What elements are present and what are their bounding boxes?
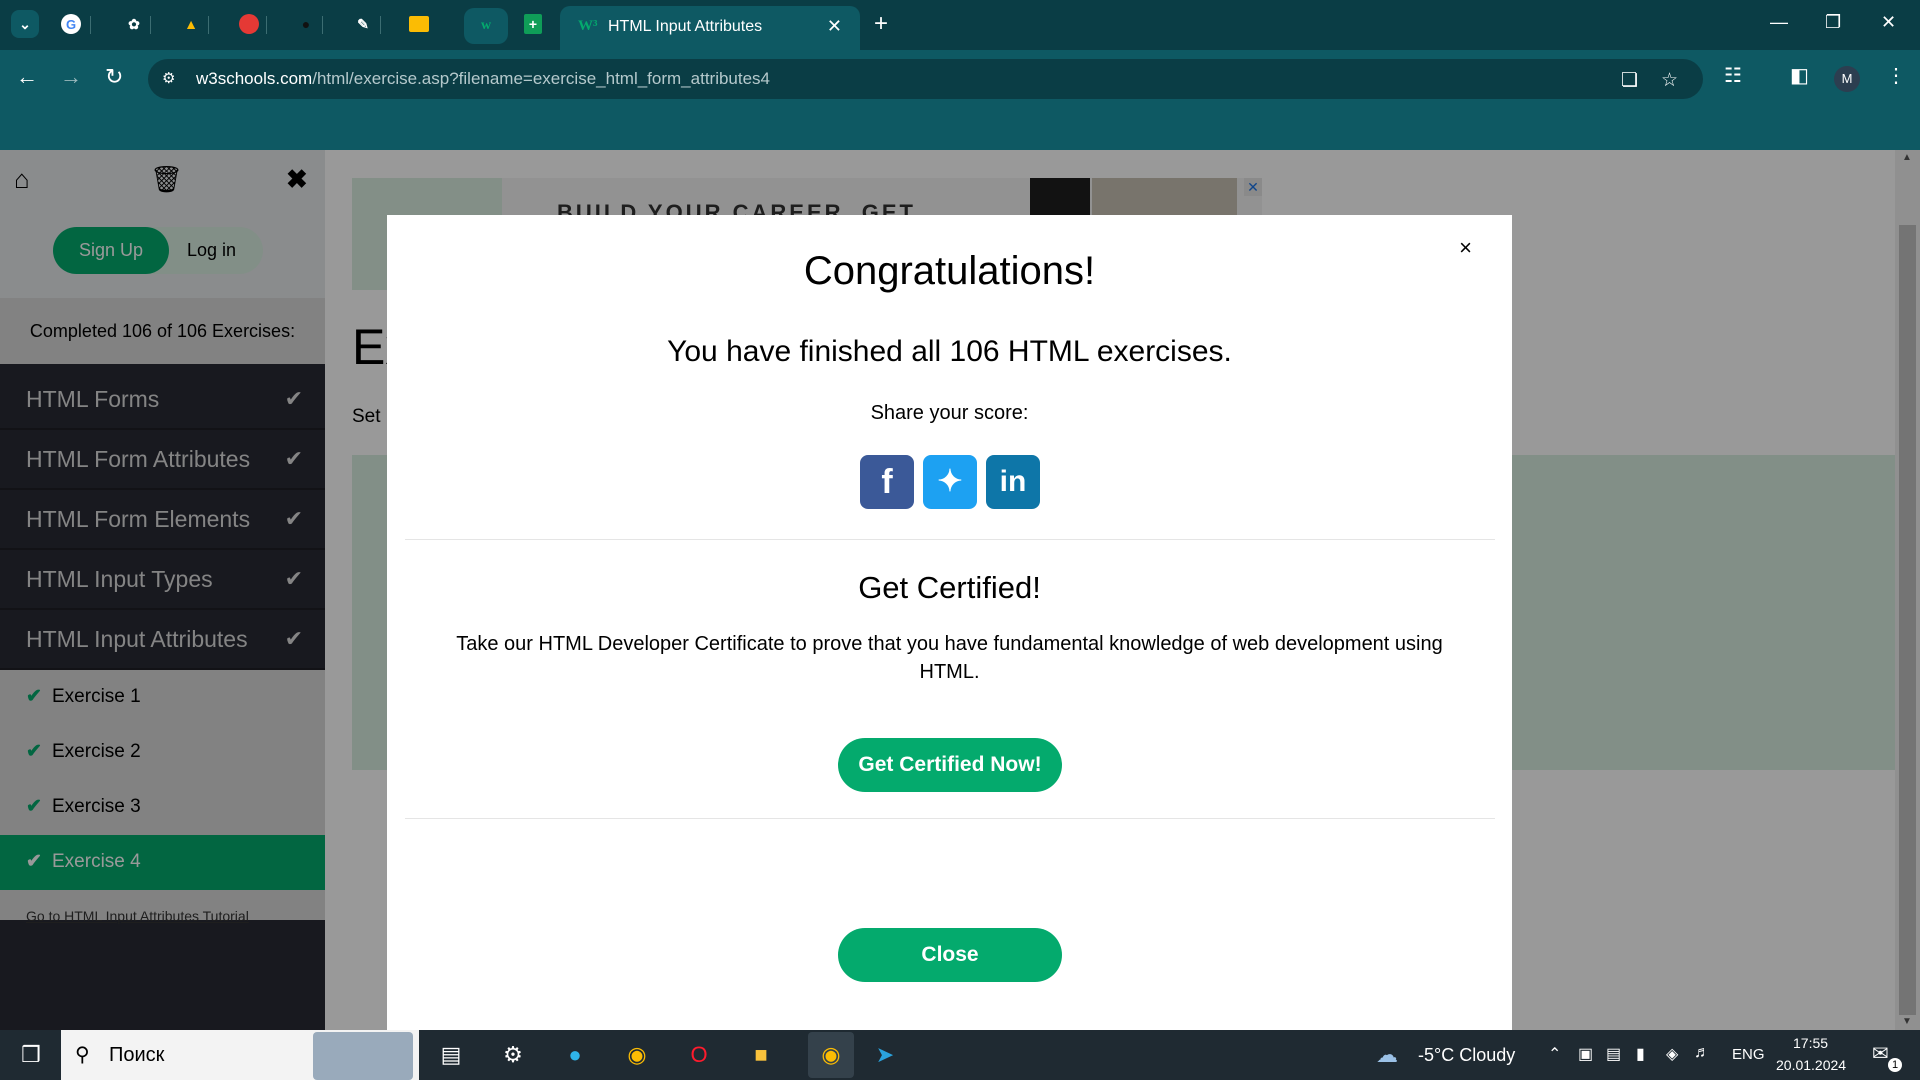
clock-date[interactable]: 20.01.2024 (1776, 1057, 1846, 1073)
divider (405, 539, 1495, 540)
chrome-icon[interactable]: ◉ (622, 1040, 652, 1070)
window-close-icon[interactable]: ✕ (1881, 12, 1896, 33)
battery-icon[interactable]: ▮ (1636, 1044, 1645, 1064)
notifications-icon[interactable]: ✉ (1872, 1041, 1889, 1066)
forward-icon[interactable]: → (60, 64, 82, 90)
linkedin-icon[interactable]: in (986, 455, 1040, 509)
network-tray-icon[interactable]: ▤ (1606, 1044, 1621, 1064)
tab-google-drive-icon[interactable]: ▲ (178, 11, 204, 37)
url-path: /html/exercise.asp?filename=exercise_htm… (312, 69, 771, 88)
tab-google-icon[interactable]: G (61, 14, 81, 34)
certified-title: Get Certified! (858, 570, 1041, 605)
edge-icon[interactable]: ● (560, 1040, 590, 1070)
divider (405, 818, 1495, 819)
search-highlight-image (313, 1032, 413, 1080)
telegram-icon[interactable]: ➤ (870, 1040, 900, 1070)
weather-text[interactable]: -5°C Cloudy (1418, 1045, 1515, 1066)
notifications-count: 1 (1888, 1058, 1902, 1072)
bookmark-star-icon[interactable]: ☆ (1661, 69, 1678, 92)
search-icon: ⚲ (75, 1044, 90, 1066)
tab-search-dropdown-icon[interactable]: ⌄ (11, 10, 39, 38)
tab-github-icon[interactable]: ● (293, 11, 319, 37)
browser-toolbar: ← → ↻ ⚙ w3schools.com/html/exercise.asp?… (0, 50, 1920, 108)
new-tab-icon[interactable]: + (868, 10, 894, 37)
tab-title: HTML Input Attributes (608, 18, 763, 35)
address-bar[interactable]: ⚙ w3schools.com/html/exercise.asp?filena… (148, 59, 1703, 99)
share-label: Share your score: (870, 402, 1029, 424)
chrome-profile-icon[interactable]: ◉ (808, 1032, 854, 1078)
language-indicator[interactable]: ENG (1732, 1046, 1765, 1063)
minimize-icon[interactable]: — (1770, 12, 1788, 33)
tab-active[interactable]: W³ HTML Input Attributes ✕ (560, 6, 860, 50)
close-button[interactable]: Close (838, 928, 1062, 982)
windows-taskbar: ❒ ⚲ Поиск ▤ ⚙ ● ◉ O ■ ◉ ➤ ☁ -5°C Cloudy … (0, 1030, 1920, 1080)
tab-separator (208, 16, 209, 34)
meet-icon[interactable]: ▣ (1578, 1044, 1593, 1064)
twitter-icon[interactable]: ✦ (923, 455, 977, 509)
side-panel-icon[interactable]: ◧ (1790, 63, 1809, 88)
site-info-icon[interactable]: ⚙ (162, 69, 175, 87)
url-text: w3schools.com/html/exercise.asp?filename… (196, 69, 770, 89)
tab-separator (150, 16, 151, 34)
taskbar-search[interactable]: ⚲ Поиск (61, 1030, 419, 1080)
modal-title: Congratulations! (803, 249, 1096, 293)
menu-kebab-icon[interactable]: ⋮ (1886, 63, 1906, 88)
back-icon[interactable]: ← (16, 64, 38, 90)
tab-red-app-icon[interactable] (236, 11, 262, 37)
wifi-icon[interactable]: ◈ (1666, 1044, 1678, 1064)
tray-overflow-icon[interactable]: ⌃ (1548, 1044, 1561, 1064)
clock-time[interactable]: 17:55 (1793, 1035, 1828, 1051)
weather-cloud-icon[interactable]: ☁ (1376, 1042, 1398, 1068)
tab-chatgpt-icon[interactable]: ✿ (121, 11, 147, 37)
restore-icon[interactable]: ❐ (1825, 12, 1841, 33)
bookmarks-strip (0, 108, 1920, 150)
tab-notes-icon[interactable]: ✎ (350, 11, 376, 37)
certified-description: Take our HTML Developer Certificate to p… (456, 633, 1443, 683)
tab-google-slides-icon[interactable] (406, 11, 432, 37)
tab-google-sheets-icon[interactable]: + (520, 11, 546, 37)
facebook-icon[interactable]: f (860, 455, 914, 509)
profile-avatar[interactable]: M (1834, 66, 1860, 92)
tab-separator (266, 16, 267, 34)
finished-message: You have finished all 106 HTML exercises… (667, 335, 1232, 368)
task-view-icon[interactable]: ▤ (436, 1040, 466, 1070)
tab-separator (380, 16, 381, 34)
web-page: ⌂ 🗑 ✖ Sign Up Log in Completed 106 of 10… (0, 150, 1920, 1030)
volume-icon[interactable]: ♬ (1694, 1044, 1710, 1062)
congratulations-modal: × Congratulations! You have finished all… (387, 215, 1512, 1030)
get-certified-button[interactable]: Get Certified Now! (838, 738, 1062, 792)
windows-start-icon[interactable]: ❒ (16, 1040, 46, 1070)
reload-icon[interactable]: ↻ (105, 64, 123, 90)
file-explorer-icon[interactable]: ■ (746, 1040, 776, 1070)
url-host: w3schools.com (196, 69, 313, 88)
tab-separator (322, 16, 323, 34)
extensions-icon[interactable]: ☷ (1724, 63, 1742, 88)
tab-separator (90, 16, 91, 34)
opera-icon[interactable]: O (684, 1040, 714, 1070)
w3schools-favicon-icon: W³ (578, 18, 598, 34)
tab-close-icon[interactable]: ✕ (827, 16, 842, 37)
search-placeholder: Поиск (109, 1044, 165, 1066)
settings-icon[interactable]: ⚙ (498, 1040, 528, 1070)
browser-tab-bar: ⌄ G ✿ ▲ ● ✎ w + W³ HTML Input Attributes… (0, 0, 1920, 50)
tab-w3schools-icon[interactable]: w (464, 8, 508, 44)
translate-icon[interactable]: ❏ (1621, 69, 1638, 92)
